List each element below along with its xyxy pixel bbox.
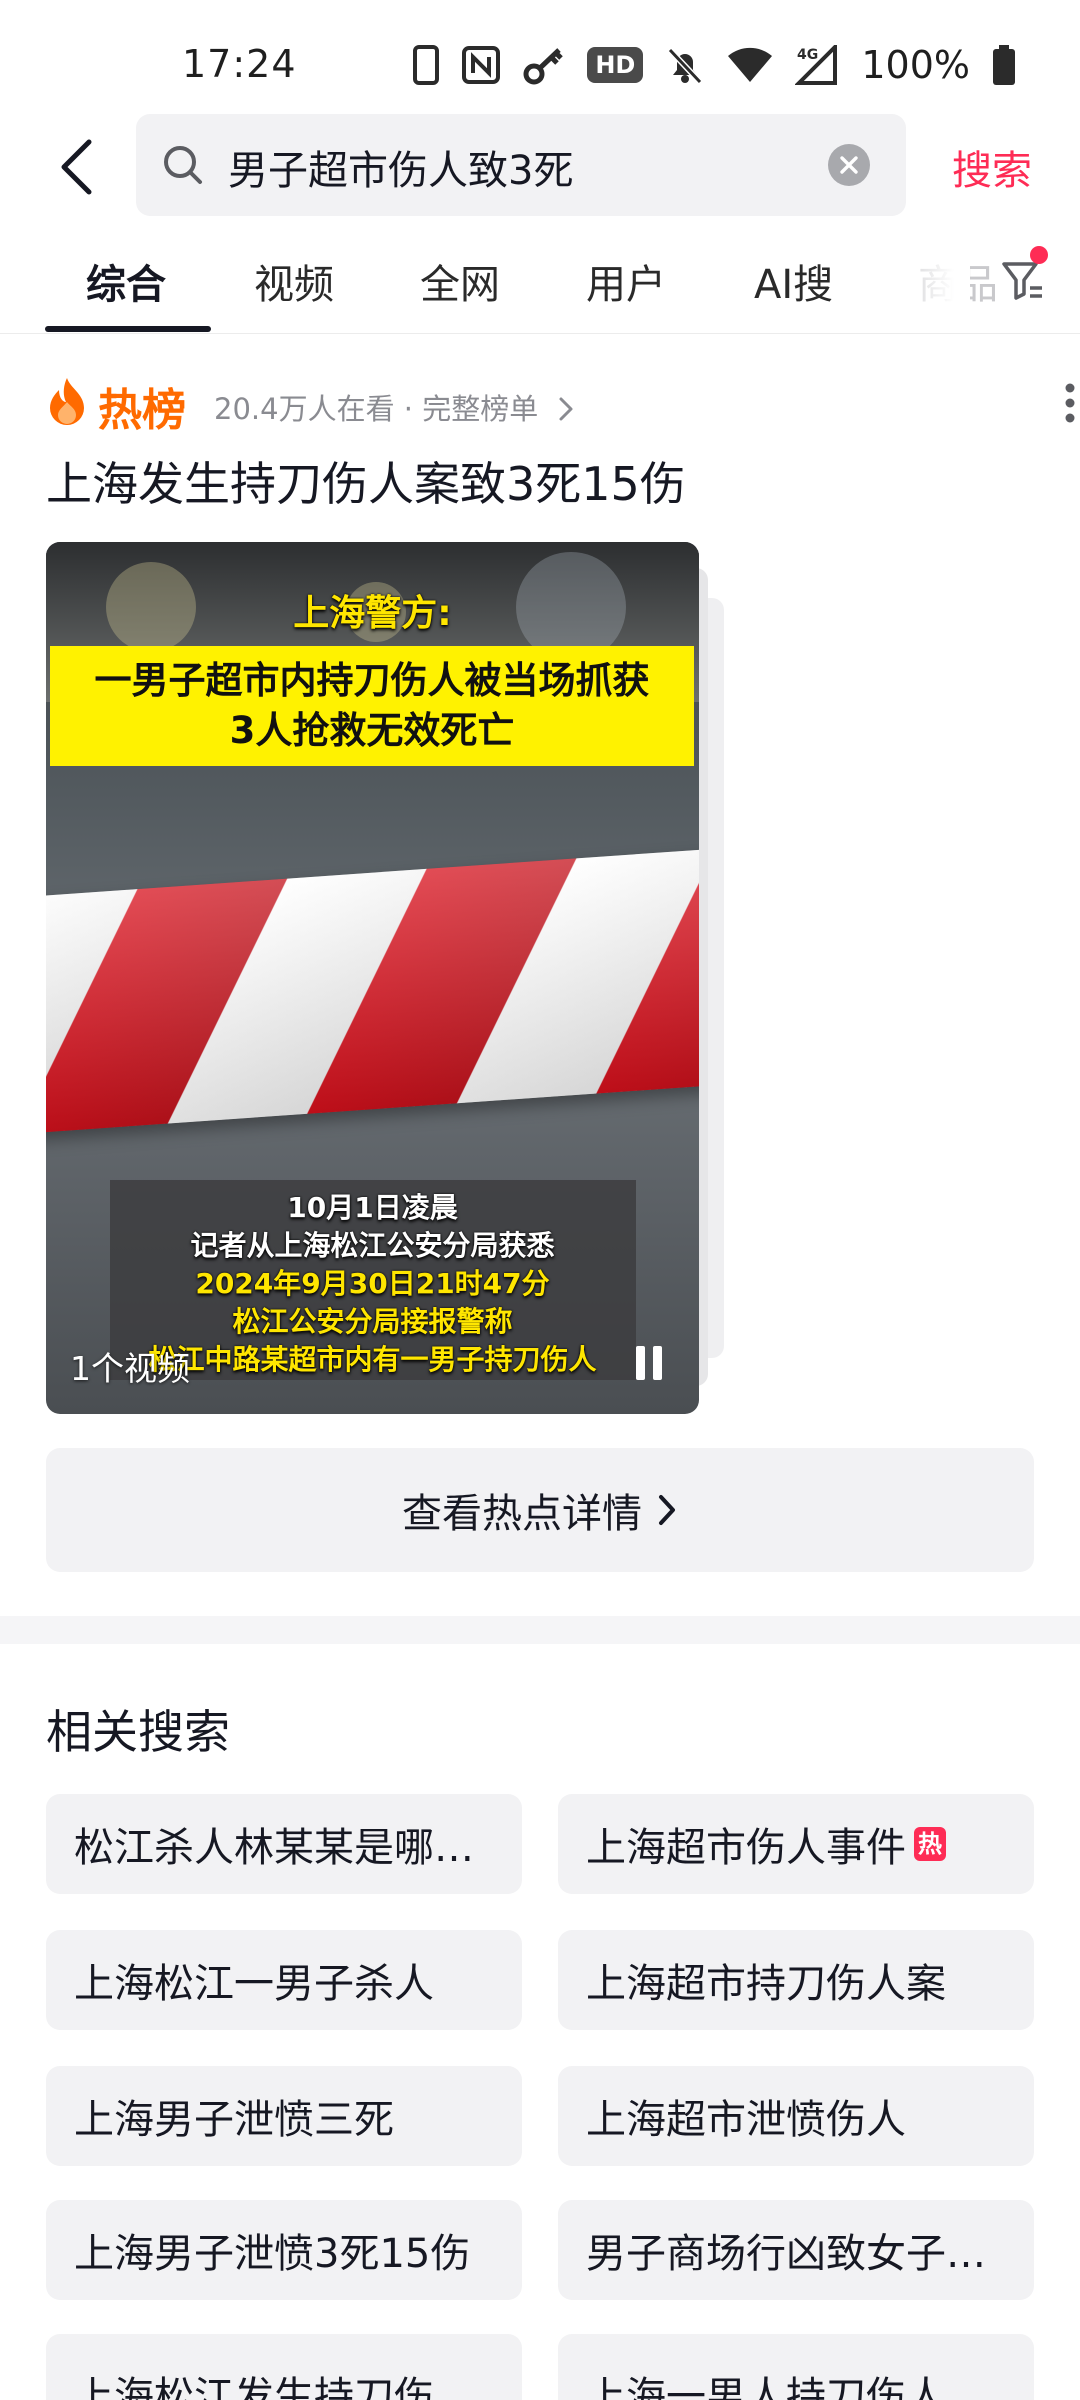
related-search-text: 上海超市持刀伤人案 [586,1961,946,2007]
nfc-icon [462,46,501,84]
phone-icon [413,45,440,85]
status-time: 17:24 [182,42,297,86]
search-query-text: 男子超市伤人致3死 [228,148,574,194]
video-caption-line: 松江公安分局接报警称 [232,1305,513,1338]
related-search-text: 上海松江发生持刀伤… [74,2374,474,2400]
hot-list-meta-text: 20.4万人在看 · 完整榜单 [214,392,539,426]
video-caption-line: 2024年9月30日21时47分 [195,1267,550,1300]
related-search-text: 男子商场行凶致女子… [586,2231,986,2277]
tab-overflow-fade [890,240,970,330]
tab-ai-search[interactable]: AI搜 [754,252,833,310]
status-bar: 17:24 HD 4G 100% [0,0,1080,120]
related-search-text: 上海超市伤人事件 [586,1825,906,1871]
view-hot-details-label: 查看热点详情 [402,1491,642,1537]
result-tabs: 综合 视频 全网 用户 AI搜 商品 [0,240,1080,334]
related-search-title: 相关搜索 [46,1705,230,1759]
related-search-chip[interactable]: 男子商场行凶致女子… [558,2200,1034,2300]
chevron-right-icon [559,397,573,421]
related-search-text: 上海一男人持刀伤人 [586,2374,946,2400]
wifi-icon [728,47,773,82]
video-heading: 上海警方: [293,593,452,634]
more-options-button[interactable] [1052,378,1080,428]
close-icon [840,156,858,174]
clear-search-button[interactable] [828,144,870,186]
video-thumbnail[interactable]: 上海警方: 一男子超市内持刀伤人被当场抓获 3人抢救无效死亡 10月1日凌晨 记… [46,542,699,1414]
pause-icon [653,1346,662,1380]
hot-list-label: 热榜 [98,385,186,436]
filter-button[interactable] [1000,258,1050,318]
tab-video[interactable]: 视频 [254,252,334,310]
related-search-text: 上海超市泄愤伤人 [586,2097,906,2143]
hot-badge: 热 [914,1827,946,1861]
video-banner: 一男子超市内持刀伤人被当场抓获 3人抢救无效死亡 [50,646,694,766]
related-search-chip[interactable]: 上海松江一男子杀人 [46,1930,522,2030]
hot-topic-title[interactable]: 上海发生持刀伤人案致3死15伤 [46,448,686,514]
related-search-chip[interactable]: 上海一男人持刀伤人 [558,2334,1034,2400]
svg-text:4G: 4G [797,47,818,63]
video-banner-line: 一男子超市内持刀伤人被当场抓获 [94,659,650,702]
related-search-text: 松江杀人林某某是哪… [74,1825,474,1871]
search-header: 男子超市伤人致3死 搜索 [0,112,1080,222]
related-search-chip[interactable]: 上海男子泄愤3死15伤 [46,2200,522,2300]
section-divider [0,1616,1080,1644]
filter-notification-dot [1030,246,1048,264]
filter-icon [1002,262,1042,300]
related-search-chip[interactable]: 上海超市伤人事件 热 [558,1794,1034,1894]
status-icons: HD 4G 100% [413,40,1016,90]
active-tab-indicator [45,326,211,332]
police-tape-image [46,845,699,1135]
video-caption-line: 10月1日凌晨 [287,1191,458,1224]
mute-bell-icon [668,47,703,85]
related-search-text: 上海男子泄愤3死15伤 [74,2231,471,2277]
back-button[interactable] [46,132,106,202]
battery-percent: 100% [861,43,970,87]
hd-badge: HD [587,47,644,83]
search-input[interactable]: 男子超市伤人致3死 [136,114,906,216]
pause-button[interactable] [634,1346,664,1380]
view-hot-details-button[interactable]: 查看热点详情 [46,1448,1034,1572]
pause-icon [636,1346,645,1380]
more-vertical-icon [1065,383,1075,423]
battery-icon [993,45,1015,85]
video-caption-line: 记者从上海松江公安分局获悉 [190,1229,555,1262]
tab-users[interactable]: 用户 [586,252,666,310]
key-icon [523,48,564,85]
video-count-label: 1个视频 [70,1349,190,1388]
search-submit-button[interactable]: 搜索 [952,138,1032,196]
chevron-right-icon [659,1495,675,1525]
related-search-text: 上海松江一男子杀人 [74,1961,434,2007]
related-search-chip[interactable]: 上海超市泄愤伤人 [558,2066,1034,2166]
tab-web[interactable]: 全网 [420,252,500,310]
related-search-chip[interactable]: 上海松江发生持刀伤… [46,2334,522,2400]
video-banner-line: 3人抢救无效死亡 [229,709,515,752]
hot-list-header[interactable]: 热榜 20.4万人在看 · 完整榜单 [46,372,1075,436]
related-search-text: 上海男子泄愤三死 [74,2097,394,2143]
related-search-chip[interactable]: 松江杀人林某某是哪… [46,1794,522,1894]
chevron-left-icon [61,139,92,195]
search-results-page: { "status_bar": { "time": "17:24", "hd_l… [0,0,1080,2400]
hot-list-meta[interactable]: 20.4万人在看 · 完整榜单 [214,386,575,428]
cellular-signal-icon: 4G [795,45,838,85]
tab-comprehensive[interactable]: 综合 [86,252,166,310]
search-icon [164,146,202,184]
related-search-chip[interactable]: 上海男子泄愤三死 [46,2066,522,2166]
related-search-chip[interactable]: 上海超市持刀伤人案 [558,1930,1034,2030]
video-carousel[interactable]: 上海警方: 一男子超市内持刀伤人被当场抓获 3人抢救无效死亡 10月1日凌晨 记… [46,542,746,1414]
flame-icon [50,378,84,425]
